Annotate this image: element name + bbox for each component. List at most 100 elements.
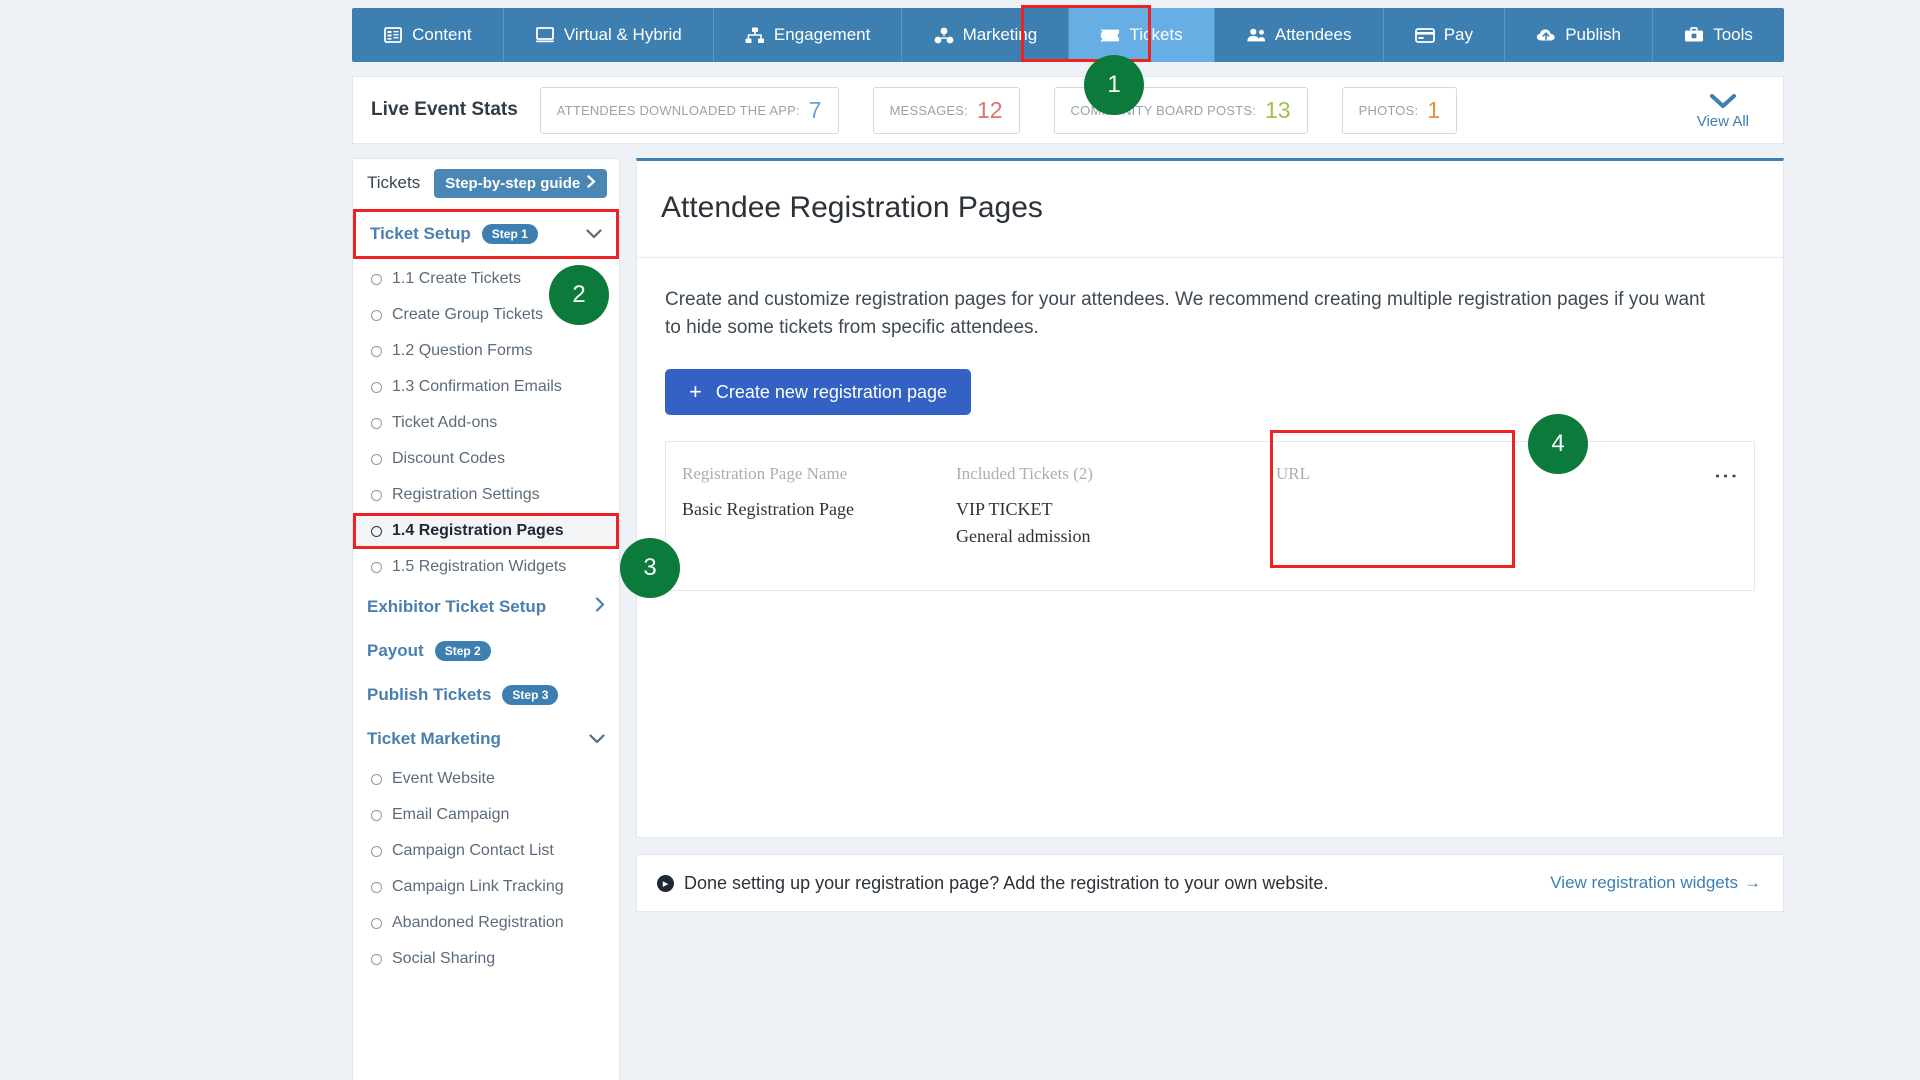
- list-panel-icon: [383, 26, 403, 44]
- stat-value: 13: [1265, 96, 1291, 123]
- sidebar-item-label: Create Group Tickets: [392, 306, 544, 323]
- nav-tab-label: Marketing: [962, 25, 1038, 44]
- chevron-down-icon[interactable]: [586, 224, 602, 244]
- ticket-icon: [1100, 26, 1120, 44]
- sidebar-group-ticket-setup[interactable]: Ticket Setup Step 1: [353, 209, 619, 259]
- footer-message: ▸ Done setting up your registration page…: [657, 873, 1328, 894]
- stat-box-group: ATTENDEES DOWNLOADED THE APP: 7 MESSAGES: 1…: [539, 86, 1491, 134]
- sidebar-item-1-5-registration-widgets[interactable]: 1.5 Registration Widgets: [353, 549, 619, 585]
- nav-tab-engagement[interactable]: Engagement: [714, 8, 903, 62]
- info-arrow-icon: ▸: [657, 874, 674, 892]
- sidebar-item-label: 1.2 Question Forms: [392, 342, 533, 359]
- sidebar-item-abandoned-registration[interactable]: Abandoned Registration: [353, 905, 619, 941]
- sidebar-item-1-3-confirmation-emails[interactable]: 1.3 Confirmation Emails: [353, 369, 619, 405]
- create-button-label: Create new registration page: [715, 381, 947, 402]
- circle-bullet-icon: [371, 489, 382, 501]
- sidebar-group-step-badge: Step 3: [502, 685, 559, 705]
- sidebar-group-label: Ticket Setup: [370, 224, 471, 243]
- chevron-down-icon: [1709, 91, 1736, 109]
- kebab-menu-icon[interactable]: ⋮: [1712, 464, 1739, 488]
- network-share-icon: [745, 26, 765, 44]
- sidebar-item-1-4-registration-pages[interactable]: 1.4 Registration Pages: [353, 513, 619, 549]
- sidebar-item-label: Campaign Contact List: [392, 842, 554, 859]
- stats-title: Live Event Stats: [371, 99, 518, 120]
- sidebar-item-label: Email Campaign: [392, 806, 510, 823]
- sidebar-group-payout[interactable]: Payout Step 2: [353, 629, 619, 673]
- footer-strip: ▸ Done setting up your registration page…: [636, 854, 1784, 912]
- sidebar-item-label: Campaign Link Tracking: [392, 878, 564, 895]
- view-all-button[interactable]: View All: [1697, 91, 1749, 130]
- sidebar-item-event-website[interactable]: Event Website: [353, 761, 619, 797]
- sidebar-item-label: Abandoned Registration: [392, 914, 564, 931]
- circle-bullet-icon: [371, 953, 382, 965]
- sidebar-group-publish-tickets[interactable]: Publish Tickets Step 3: [353, 673, 619, 717]
- top-navigation: Content Virtual & Hybrid Engagement Marketi…: [352, 8, 1784, 62]
- nav-tab-publish[interactable]: Publish: [1505, 8, 1654, 62]
- sidebar-item-email-campaign[interactable]: Email Campaign: [353, 797, 619, 833]
- nav-tab-pay[interactable]: Pay: [1384, 8, 1506, 62]
- column-header-tickets: Included Tickets (2): [956, 464, 1093, 484]
- sidebar-item-discount-codes[interactable]: Discount Codes: [353, 441, 619, 477]
- stat-value: 12: [976, 96, 1003, 123]
- credit-card-icon: [1414, 26, 1435, 44]
- circle-bullet-icon: [371, 917, 382, 929]
- sidebar-group-label: Exhibitor Ticket Setup: [367, 597, 547, 616]
- page-description: Create and customize registration pages …: [665, 289, 1705, 338]
- sidebar-header: Tickets Step-by-step guide: [353, 159, 619, 207]
- stat-label: MESSAGES:: [889, 102, 968, 118]
- sidebar-group-exhibitor-ticket-setup[interactable]: Exhibitor Ticket Setup: [353, 585, 619, 629]
- chevron-down-icon[interactable]: [589, 729, 605, 749]
- nav-tab-content[interactable]: Content: [352, 8, 504, 62]
- table-column-url[interactable]: URL: [1270, 430, 1526, 590]
- sidebar-item-label: 1.3 Confirmation Emails: [392, 378, 562, 395]
- toolbox-icon: [1684, 26, 1704, 44]
- sidebar-item-registration-settings[interactable]: Registration Settings: [353, 477, 619, 513]
- sidebar-item-label: Social Sharing: [392, 950, 496, 967]
- annotation-badge-2: 2: [549, 265, 609, 325]
- table-column-actions: ⋮: [1712, 442, 1754, 590]
- monitor-icon: [535, 26, 555, 44]
- arrow-right-icon: →: [1744, 873, 1761, 892]
- cloud-upload-icon: [1536, 26, 1556, 44]
- circle-bullet-icon: [371, 845, 382, 857]
- stat-box-3[interactable]: PHOTOS: 1: [1341, 86, 1458, 134]
- sidebar-item-ticket-add-ons[interactable]: Ticket Add-ons: [353, 405, 619, 441]
- nav-tab-attendees[interactable]: Attendees: [1215, 8, 1384, 62]
- stat-box-0[interactable]: ATTENDEES DOWNLOADED THE APP: 7: [539, 86, 839, 134]
- nav-tab-tools[interactable]: Tools: [1653, 8, 1784, 62]
- sidebar-item-1-2-question-forms[interactable]: 1.2 Question Forms: [353, 333, 619, 369]
- nav-tab-label: Tools: [1713, 25, 1753, 44]
- stat-label: ATTENDEES DOWNLOADED THE APP:: [556, 102, 800, 118]
- chevron-right-icon: [587, 174, 596, 192]
- ticket-name-2: General admission: [956, 526, 1091, 547]
- annotation-badge-1: 1: [1084, 55, 1144, 115]
- sidebar-item-campaign-link-tracking[interactable]: Campaign Link Tracking: [353, 869, 619, 905]
- chevron-right-icon[interactable]: [595, 597, 605, 617]
- nav-tab-marketing[interactable]: Marketing: [902, 8, 1070, 62]
- registration-page-name-value[interactable]: Basic Registration Page: [682, 496, 956, 523]
- registration-pages-table: Registration Page Name Basic Registratio…: [665, 430, 1755, 592]
- nav-tab-tickets[interactable]: Tickets: [1069, 8, 1215, 62]
- footer-text: Done setting up your registration page? …: [684, 872, 1329, 893]
- column-header-url: URL: [1276, 464, 1310, 484]
- stat-box-1[interactable]: MESSAGES: 12: [872, 86, 1020, 134]
- page-title: Attendee Registration Pages: [661, 191, 1043, 224]
- sidebar-item-social-sharing[interactable]: Social Sharing: [353, 941, 619, 977]
- sidebar-group-label: Payout: [367, 641, 424, 660]
- circle-bullet-icon: [371, 453, 382, 465]
- column-header-name: Registration Page Name: [682, 464, 848, 484]
- sidebar-header-title: Tickets: [367, 173, 421, 192]
- sidebar-item-label: Registration Settings: [392, 486, 540, 503]
- url-column-highlight: [1270, 430, 1515, 569]
- nav-tab-virtual-hybrid[interactable]: Virtual & Hybrid: [504, 8, 714, 62]
- create-new-registration-page-button[interactable]: + Create new registration page: [665, 369, 971, 416]
- sidebar-item-campaign-contact-list[interactable]: Campaign Contact List: [353, 833, 619, 869]
- annotation-badge-4: 4: [1528, 414, 1588, 474]
- circle-bullet-icon: [371, 525, 382, 537]
- main-panel: Attendee Registration Pages Create and c…: [636, 158, 1784, 838]
- view-registration-widgets-link[interactable]: View registration widgets →: [1550, 873, 1761, 893]
- nav-tab-label: Engagement: [773, 25, 871, 44]
- step-by-step-guide-button[interactable]: Step-by-step guide: [434, 168, 608, 198]
- sidebar-group-ticket-marketing[interactable]: Ticket Marketing: [353, 717, 619, 761]
- circle-bullet-icon: [371, 381, 382, 393]
